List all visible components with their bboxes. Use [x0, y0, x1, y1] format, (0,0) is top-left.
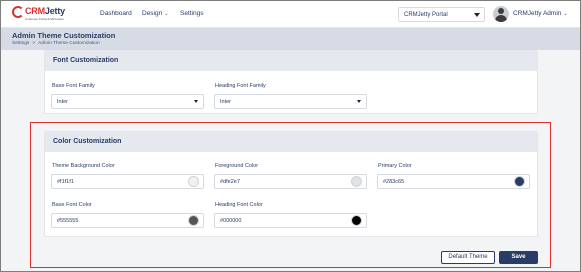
logo-mark-icon: [12, 6, 24, 18]
chevron-down-icon: ⌄: [563, 11, 568, 17]
chevron-down-icon: ⌄: [164, 11, 169, 17]
breadcrumb: Settings > Admin Theme Customization: [12, 41, 100, 46]
logo-tagline: Customer Portal & Microsites: [25, 17, 64, 21]
crmjetty-logo[interactable]: CRMJetty Customer Portal & Microsites: [12, 5, 65, 24]
caret-down-icon: [474, 13, 480, 17]
base-font-family-label: Base Font Family: [52, 83, 95, 89]
top-bar: CRMJetty Customer Portal & Microsites Da…: [1, 1, 580, 28]
nav-settings-label: Settings: [180, 10, 204, 17]
font-card-title: Font Customization: [53, 57, 119, 64]
user-avatar[interactable]: [493, 6, 509, 22]
nav-dashboard-label: Dashboard: [100, 10, 132, 17]
nav-design-label: Design: [142, 10, 163, 17]
heading-font-family-value: Inter: [220, 99, 232, 105]
avatar-body: [495, 15, 507, 22]
page-title: Admin Theme Customization: [12, 31, 116, 40]
app-window: CRMJetty Customer Portal & Microsites Da…: [0, 0, 581, 272]
nav-dashboard[interactable]: Dashboard: [100, 10, 132, 17]
caret-down-icon: [194, 100, 198, 103]
avatar-head: [498, 8, 504, 14]
font-card-header: Font Customization: [45, 51, 537, 71]
save-button[interactable]: Save: [499, 251, 538, 264]
breadcrumb-separator: >: [32, 41, 36, 46]
heading-font-family-select[interactable]: Inter: [214, 94, 367, 109]
caret-down-icon: [357, 100, 361, 103]
logo-wordmark: CRMJetty: [25, 6, 65, 16]
user-menu[interactable]: CRMJetty Admin ⌄: [513, 10, 568, 17]
default-theme-button[interactable]: Default Theme: [441, 251, 495, 264]
nav-design[interactable]: Design ⌄: [142, 10, 168, 17]
base-font-family-value: Inter: [57, 99, 69, 105]
breadcrumb-current: Admin Theme Customization: [38, 41, 100, 46]
user-name: CRMJetty Admin: [513, 10, 562, 17]
nav-settings[interactable]: Settings: [180, 10, 204, 17]
font-customization-card: Font Customization Base Font Family Inte…: [44, 50, 538, 114]
heading-font-family-label: Heading Font Family: [215, 83, 266, 89]
highlight-outline: [30, 122, 551, 268]
page-header: Admin Theme Customization Settings > Admin…: [1, 28, 580, 50]
base-font-family-select[interactable]: Inter: [51, 94, 204, 109]
breadcrumb-settings[interactable]: Settings: [12, 41, 29, 46]
portal-select[interactable]: CRMJetty Portal: [398, 7, 485, 22]
portal-select-value: CRMJetty Portal: [404, 12, 448, 18]
